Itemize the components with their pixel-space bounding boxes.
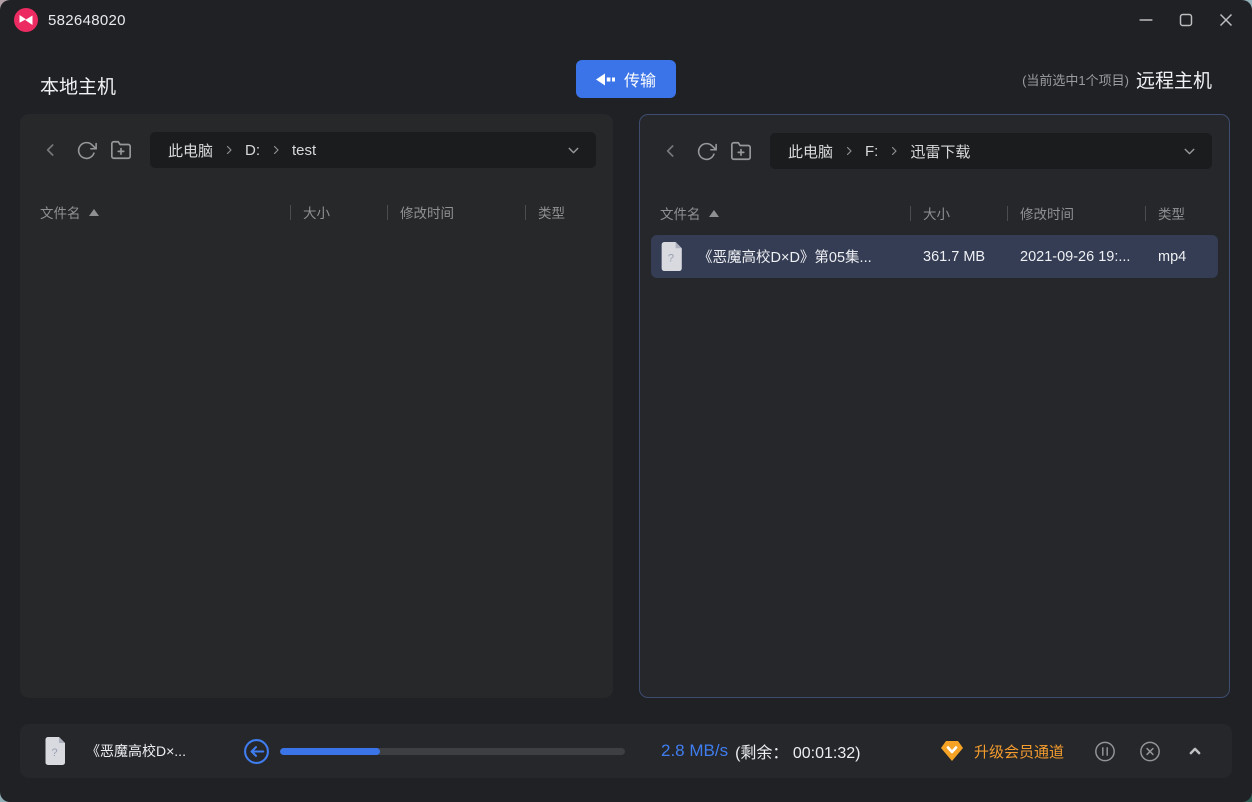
remote-host-title: 远程主机 [1135,70,1212,92]
transfer-progress-bar [280,747,625,755]
chevron-right-icon [888,145,900,157]
vip-label: 升级会员通道 [973,743,1064,761]
back-button[interactable] [660,140,682,162]
refresh-button[interactable] [695,140,717,162]
pause-transfer-button[interactable] [1094,740,1116,762]
path-dropdown-chevron-icon[interactable] [1181,143,1198,160]
column-header-name[interactable]: 文件名 [40,202,290,222]
minimize-button[interactable] [1126,1,1166,39]
selection-info: (当前选中1个项目) [1022,72,1129,88]
column-header-type[interactable]: 类型 [525,202,593,222]
column-header-size[interactable]: 大小 [910,203,1007,223]
breadcrumb-drive[interactable]: D: [245,142,260,159]
close-button[interactable] [1206,1,1246,39]
local-breadcrumb: 此电脑 D: test [150,132,596,168]
path-dropdown-chevron-icon[interactable] [565,142,582,159]
back-button[interactable] [40,139,62,161]
transferring-file-name: 《恶魔高校D×... [86,743,186,759]
column-header-size[interactable]: 大小 [290,202,387,222]
file-modified: 2021-09-26 19:... [1020,248,1131,265]
breadcrumb-root[interactable]: 此电脑 [168,140,213,161]
sort-ascending-icon [708,209,719,217]
chevron-right-icon [223,144,235,156]
transfer-status-bar: ? 《恶魔高校D×... 2.8 MB/s (剩余： 00:01:32) 升级会… [20,724,1232,778]
transfer-direction-icon [243,738,270,765]
app-window: 582648020 本地主机 传输 (当前选中1个项目) 远程主机 此电脑 D:… [0,0,1252,802]
remote-breadcrumb: 此电脑 F: 迅雷下载 [770,133,1212,169]
file-size: 361.7 MB [923,248,986,265]
upgrade-vip-link[interactable]: 升级会员通道 [939,739,1064,763]
remote-file-panel: 此电脑 F: 迅雷下载 文件名 大小 修改时间 类型 ? 《恶魔高校D×D》第0… [639,114,1230,698]
local-host-title: 本地主机 [40,77,117,98]
local-file-panel: 此电脑 D: test 文件名 大小 修改时间 类型 [20,114,613,698]
chevron-right-icon [270,144,282,156]
cancel-transfer-button[interactable] [1139,740,1161,762]
title-bar: 582648020 [0,0,1252,40]
column-header-name[interactable]: 文件名 [660,203,910,223]
file-name: 《恶魔高校D×D》第05集... [698,250,872,266]
new-folder-button[interactable] [730,140,752,162]
chevron-right-icon [843,145,855,157]
transfer-speed: 2.8 MB/s [661,741,729,760]
file-row[interactable]: ? 《恶魔高校D×D》第05集... 361.7 MB 2021-09-26 1… [651,235,1218,278]
column-header-modified[interactable]: 修改时间 [1007,203,1145,223]
remote-file-list: ? 《恶魔高校D×D》第05集... 361.7 MB 2021-09-26 1… [640,235,1229,278]
progress-fill [280,747,381,755]
time-remaining: (剩余： 00:01:32) [735,745,861,762]
refresh-button[interactable] [75,139,97,161]
file-unknown-icon: ? [660,241,685,272]
new-folder-button[interactable] [110,139,132,161]
svg-text:?: ? [51,747,57,759]
window-title: 582648020 [48,11,126,29]
breadcrumb-folder[interactable]: test [292,142,316,159]
svg-text:?: ? [668,253,674,265]
maximize-button[interactable] [1166,1,1206,39]
app-logo-icon [14,8,38,32]
vip-gem-icon [939,739,965,763]
breadcrumb-folder[interactable]: 迅雷下载 [910,141,970,162]
transfer-button-label: 传输 [623,73,656,90]
file-type: mp4 [1158,248,1187,265]
column-header-modified[interactable]: 修改时间 [387,202,525,222]
breadcrumb-root[interactable]: 此电脑 [788,141,833,162]
transfer-arrow-icon [595,72,616,87]
file-unknown-icon: ? [44,736,68,766]
sort-ascending-icon [88,208,99,216]
column-header-type[interactable]: 类型 [1145,203,1209,223]
transfer-button[interactable]: 传输 [576,60,676,98]
breadcrumb-drive[interactable]: F: [865,143,878,160]
collapse-panel-chevron-icon[interactable] [1184,740,1206,762]
